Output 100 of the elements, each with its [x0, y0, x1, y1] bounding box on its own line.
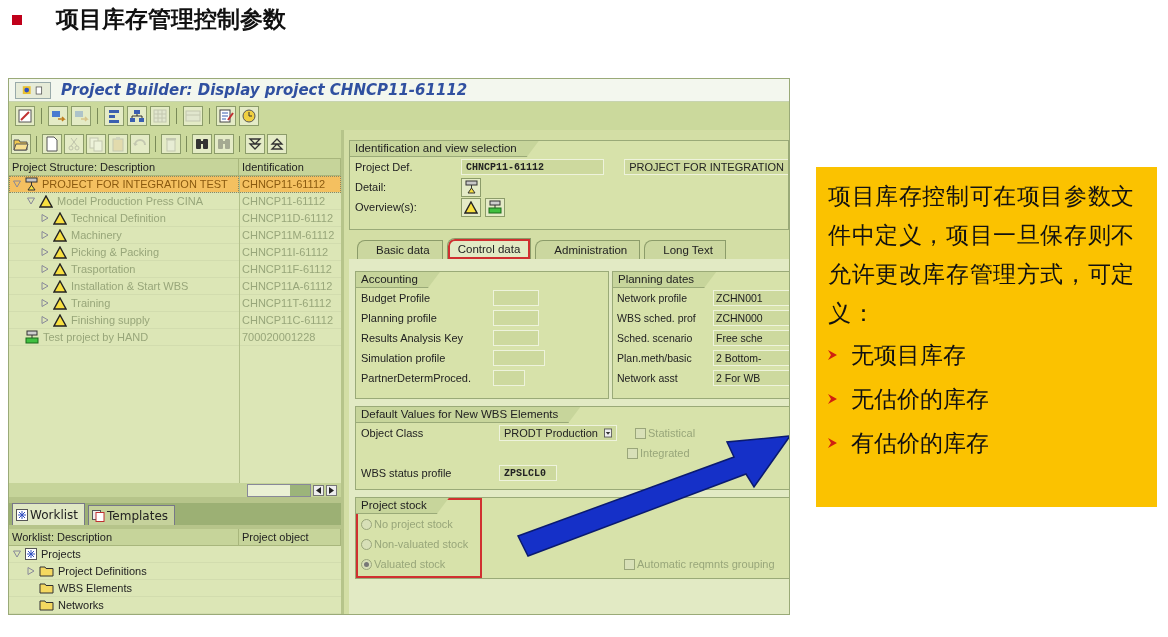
tree-item-label: Picking & Packing — [71, 246, 160, 258]
project-def-field[interactable]: CHNCP11-61112 — [461, 159, 605, 175]
triangle-icon — [53, 211, 67, 225]
worklist-tab[interactable]: Worklist — [12, 503, 85, 525]
expand-button[interactable] — [245, 134, 265, 154]
radio-button[interactable] — [361, 558, 372, 570]
group-title: Planning dates — [613, 272, 717, 288]
field-label: Sched. scenario — [617, 332, 694, 344]
collapsed-arrow-icon[interactable] — [41, 265, 49, 273]
tree-item-label: Networks — [58, 599, 104, 611]
collapsed-arrow-icon[interactable] — [41, 214, 49, 222]
scroll-left-button[interactable] — [313, 484, 324, 496]
input-field[interactable]: 2 Bottom- — [713, 350, 789, 366]
collapsed-arrow-icon[interactable] — [41, 316, 49, 324]
column-header: Project Structure: Description — [9, 159, 239, 175]
description-field[interactable]: PROJECT FOR INTEGRATION — [624, 159, 788, 175]
field-label: Object Class — [361, 427, 425, 439]
scrollbar[interactable] — [247, 483, 311, 497]
binoculars-icon — [194, 136, 210, 152]
network-icon — [129, 108, 145, 124]
copy-icon — [88, 136, 104, 152]
edit-button[interactable] — [15, 106, 35, 126]
field-label: WBS sched. prof — [617, 312, 697, 324]
transfer-button[interactable] — [48, 106, 68, 126]
find-button[interactable] — [192, 134, 212, 154]
bullet-text: 无项目库存 — [851, 340, 966, 370]
bullet-text: 无估价的库存 — [851, 384, 989, 414]
detail-button[interactable] — [461, 177, 481, 197]
field-label: PartnerDetermProced. — [361, 372, 473, 384]
document-icon — [44, 136, 60, 152]
scroll-right-button[interactable] — [326, 484, 337, 496]
status-profile-field[interactable]: ZPSLCL0 — [499, 465, 557, 481]
tab[interactable]: Administration — [535, 240, 641, 259]
checkbox-label: Automatic reqmnts grouping — [637, 558, 775, 570]
input-field[interactable]: 2 For WB — [713, 370, 789, 386]
table-cell: CHNCP11M-61112 — [242, 229, 335, 241]
radio-button[interactable] — [361, 538, 372, 550]
hourglass-icon — [464, 180, 478, 194]
binoculars-icon — [216, 136, 232, 152]
input-field[interactable] — [493, 370, 525, 386]
table-icon — [185, 108, 201, 124]
tree-item[interactable]: Projects — [9, 546, 239, 563]
worklist-tab[interactable]: Templates — [88, 505, 176, 525]
network-button[interactable] — [127, 106, 147, 126]
clock-button[interactable] — [239, 106, 259, 126]
field-label: Plan.meth/basic — [617, 352, 693, 364]
input-field[interactable] — [493, 330, 539, 346]
collapsed-arrow-icon[interactable] — [41, 282, 49, 290]
arrow-bullet-icon — [828, 394, 837, 404]
input-field[interactable] — [493, 350, 545, 366]
system-menu-button[interactable] — [15, 81, 51, 99]
collapsed-arrow-icon[interactable] — [41, 248, 49, 256]
expand-icon — [247, 136, 263, 152]
tree-item-label: PROJECT FOR INTEGRATION TEST — [42, 178, 228, 190]
expanded-arrow-icon[interactable] — [13, 180, 21, 188]
input-field[interactable]: Free sche — [713, 330, 789, 346]
collapse-button[interactable] — [267, 134, 287, 154]
tree-item[interactable]: Project Definitions — [9, 563, 239, 580]
slide-heading: 项目库存管理控制参数 — [56, 5, 286, 34]
right-arrow-icon — [329, 486, 334, 494]
arrow-bullet-icon — [828, 350, 837, 360]
tab[interactable]: Basic data — [357, 240, 443, 259]
expanded-arrow-icon[interactable] — [13, 550, 21, 558]
notes-button[interactable] — [216, 106, 236, 126]
table-cell: CHNCP11-61112 — [242, 178, 326, 190]
expanded-arrow-icon[interactable] — [27, 197, 35, 205]
tree-item-label: Technical Definition — [71, 212, 166, 224]
input-field[interactable] — [493, 310, 539, 326]
tab[interactable]: Control data — [446, 238, 532, 259]
input-field[interactable] — [493, 290, 539, 306]
field-label: Project Def. — [355, 161, 414, 173]
checkbox[interactable] — [635, 427, 646, 439]
group-title: Identification and view selection — [350, 141, 539, 157]
templates-icon — [92, 509, 105, 522]
input-field[interactable]: ZCHN001 — [713, 290, 789, 306]
radio-label: No project stock — [374, 518, 453, 530]
new-button[interactable] — [42, 134, 62, 154]
tree-item-label: Projects — [41, 548, 81, 560]
table-cell: CHNCP11C-61112 — [242, 314, 334, 326]
checkbox[interactable] — [624, 558, 635, 570]
overview-button[interactable] — [461, 197, 481, 217]
collapsed-arrow-icon[interactable] — [41, 231, 49, 239]
checkbox[interactable] — [627, 447, 638, 459]
callout-text: 项目库存控制可在项目参数文件中定义，项目一旦保存则不允许更改库存管理方式，可定义： — [828, 182, 1136, 328]
notepad-icon — [218, 108, 234, 124]
hierarchy-button[interactable] — [104, 106, 124, 126]
worklist-icon — [25, 548, 37, 560]
input-field[interactable]: ZCHN000 — [713, 310, 789, 326]
collapsed-arrow-icon[interactable] — [27, 567, 35, 575]
radio-button[interactable] — [361, 518, 372, 530]
collapsed-arrow-icon[interactable] — [41, 299, 49, 307]
triangle-icon — [39, 194, 53, 208]
clock-icon — [241, 108, 257, 124]
tab[interactable]: Long Text — [644, 240, 726, 259]
object-class-dropdown[interactable]: PRODT Production — [499, 425, 617, 441]
column-header: Project object — [239, 529, 341, 545]
tree-item[interactable]: Networks — [9, 597, 239, 614]
open-button[interactable] — [11, 134, 31, 154]
tree-item[interactable]: WBS Elements — [9, 580, 239, 597]
tree-item[interactable]: PROJECT FOR INTEGRATION TEST — [9, 176, 239, 193]
